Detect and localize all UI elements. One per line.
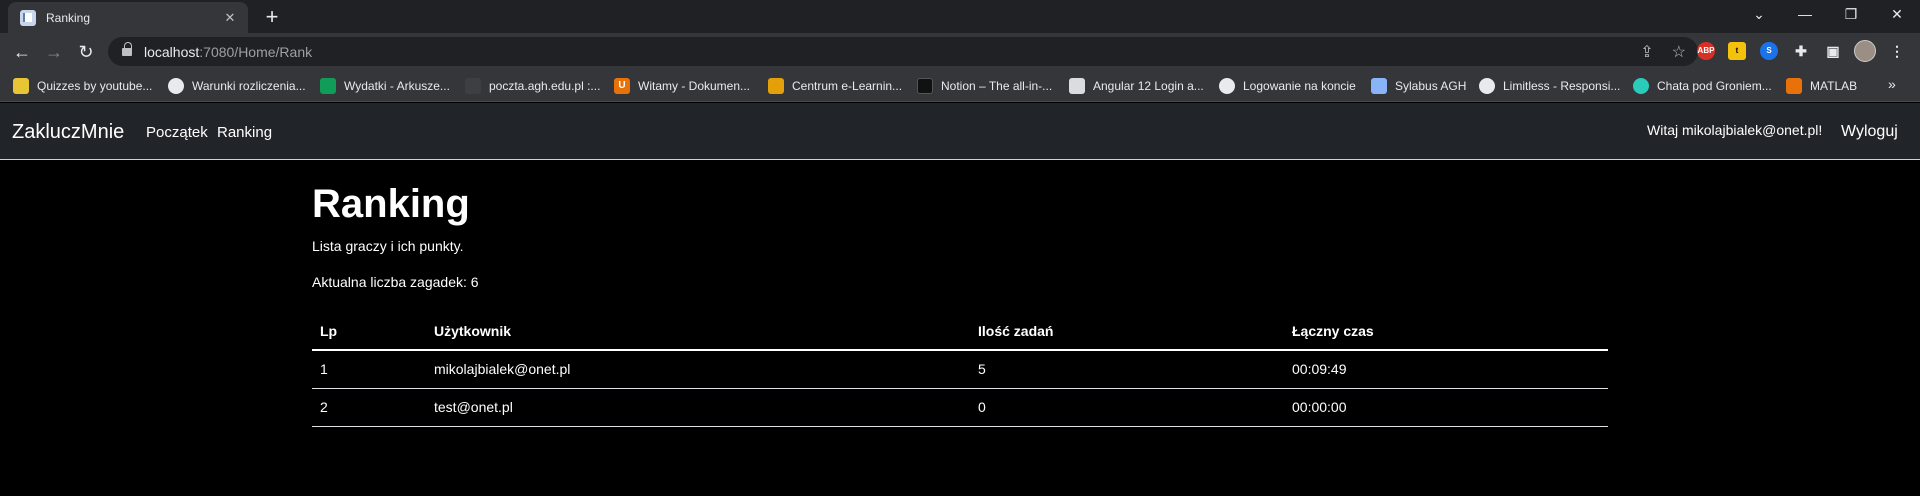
mail-icon xyxy=(465,78,481,94)
cell-lp: 1 xyxy=(312,350,426,389)
new-tab-button[interactable]: + xyxy=(258,4,286,32)
close-window-button[interactable]: ✕ xyxy=(1874,0,1920,30)
bookmark-label: Limitless - Responsi... xyxy=(1503,79,1621,93)
forward-button[interactable]: → xyxy=(40,38,68,66)
ranking-table: Lp Użytkownik Ilość zadań Łączny czas 1 … xyxy=(312,313,1608,427)
globe-icon xyxy=(1219,78,1235,94)
browser-tab[interactable]: Ranking ✕ xyxy=(8,2,248,33)
bookmark-label: Quizzes by youtube... xyxy=(37,79,153,93)
tab-title: Ranking xyxy=(46,10,91,25)
bookmark-item[interactable]: Centrum e-Learnin... xyxy=(768,77,902,95)
browser-toolbar: ← → ↻ localhost:7080/Home/Rank ⇪ ☆ ABP t… xyxy=(0,33,1920,70)
table-header-row: Lp Użytkownik Ilość zadań Łączny czas xyxy=(312,313,1608,351)
column-header-user: Użytkownik xyxy=(426,313,970,351)
profile-avatar[interactable] xyxy=(1854,40,1876,62)
main-content: Ranking Lista graczy i ich punkty. Aktua… xyxy=(312,178,1608,427)
owl-icon xyxy=(1633,78,1649,94)
bookmark-item[interactable]: MATLAB xyxy=(1786,77,1857,95)
bookmark-label: Notion – The all-in-... xyxy=(941,79,1053,93)
shazam-extension-icon[interactable]: S xyxy=(1760,42,1778,60)
bookmark-label: Chata pod Groniem... xyxy=(1657,79,1772,93)
share-icon[interactable]: ⇪ xyxy=(1640,42,1653,62)
bookmark-item[interactable]: Chata pod Groniem... xyxy=(1633,77,1772,95)
welcome-text: Witaj mikolajbialek@onet.pl! xyxy=(1647,122,1823,138)
bookmark-label: Sylabus AGH xyxy=(1395,79,1467,93)
app-navbar: ZakluczMnie Początek Ranking Witaj mikol… xyxy=(0,103,1920,160)
bookmark-label: Warunki rozliczenia... xyxy=(192,79,306,93)
reload-button[interactable]: ↻ xyxy=(72,38,100,66)
browser-tab-strip: Ranking ✕ + ⌄ — ❐ ✕ xyxy=(0,0,1920,33)
url-path: :7080/Home/Rank xyxy=(199,43,313,60)
tab-search-icon[interactable]: ⌄ xyxy=(1736,0,1782,30)
nav-link-ranking[interactable]: Ranking xyxy=(217,124,272,141)
page-title: Ranking xyxy=(312,182,470,226)
page-favicon-icon xyxy=(20,9,36,26)
bookmark-item[interactable]: Logowanie na koncie xyxy=(1219,77,1356,95)
bookmark-item[interactable]: Wydatki - Arkusze... xyxy=(320,77,450,95)
bookmark-label: Logowanie na koncie xyxy=(1243,79,1356,93)
restore-button[interactable]: ❐ xyxy=(1828,0,1874,30)
cell-lp: 2 xyxy=(312,388,426,427)
address-bar-actions: ⇪ ☆ xyxy=(1640,42,1686,62)
bookmark-label: Witamy - Dokumen... xyxy=(638,79,751,93)
table-row: 2 test@onet.pl 0 00:00:00 xyxy=(312,388,1608,427)
minimize-button[interactable]: — xyxy=(1782,0,1828,30)
logout-button[interactable]: Wyloguj xyxy=(1841,123,1898,141)
page-icon xyxy=(1069,78,1085,94)
u-icon: U xyxy=(614,78,630,94)
extensions-puzzle-icon[interactable]: ✚ xyxy=(1792,42,1810,60)
bookmark-item[interactable]: Sylabus AGH xyxy=(1371,77,1466,95)
table-row: 1 mikolajbialek@onet.pl 5 00:09:49 xyxy=(312,350,1608,389)
bookmark-label: MATLAB xyxy=(1810,79,1858,93)
tampermonkey-extension-icon[interactable]: t xyxy=(1728,42,1746,60)
sylabus-icon xyxy=(1371,78,1387,94)
globe-icon xyxy=(1479,78,1495,94)
nav-link-start[interactable]: Początek xyxy=(146,124,208,141)
cell-user: test@onet.pl xyxy=(426,388,970,427)
column-header-lp: Lp xyxy=(312,313,426,351)
bookmarks-bar: Quizzes by youtube... Warunki rozliczeni… xyxy=(0,70,1920,102)
bookmark-label: Angular 12 Login a... xyxy=(1093,79,1204,93)
cell-user: mikolajbialek@onet.pl xyxy=(426,350,970,389)
bookmark-label: Wydatki - Arkusze... xyxy=(344,79,450,93)
cell-tasks: 0 xyxy=(970,388,1284,427)
close-tab-icon[interactable]: ✕ xyxy=(222,10,238,26)
elearning-icon xyxy=(768,78,784,94)
bookmark-label: poczta.agh.edu.pl :... xyxy=(489,79,601,93)
column-header-time: Łączny czas xyxy=(1284,313,1608,351)
notion-icon xyxy=(917,78,933,94)
cell-tasks: 5 xyxy=(970,350,1284,389)
more-bookmarks-icon[interactable]: » xyxy=(1888,76,1896,92)
bookmark-label: Centrum e-Learnin... xyxy=(792,79,903,93)
brand-link[interactable]: ZakluczMnie xyxy=(12,121,124,144)
adblock-extension-icon[interactable]: ABP xyxy=(1697,42,1715,60)
page-subtitle: Lista graczy i ich punkty. xyxy=(312,238,464,254)
quiz-icon xyxy=(13,78,29,94)
bookmark-item[interactable]: U Witamy - Dokumen... xyxy=(614,77,750,95)
bookmark-item[interactable]: Angular 12 Login a... xyxy=(1069,77,1204,95)
lock-icon[interactable] xyxy=(122,42,132,57)
bookmark-item[interactable]: poczta.agh.edu.pl :... xyxy=(465,77,600,95)
bookmark-star-icon[interactable]: ☆ xyxy=(1672,42,1686,62)
bookmark-item[interactable]: Limitless - Responsi... xyxy=(1479,77,1620,95)
bookmark-item[interactable]: Notion – The all-in-... xyxy=(917,77,1052,95)
sheets-icon xyxy=(320,78,336,94)
back-button[interactable]: ← xyxy=(8,38,36,66)
bookmark-item[interactable]: Warunki rozliczenia... xyxy=(168,77,306,95)
column-header-tasks: Ilość zadań xyxy=(970,313,1284,351)
side-panel-icon[interactable]: ▣ xyxy=(1824,42,1842,60)
matlab-icon xyxy=(1786,78,1802,94)
address-bar[interactable]: localhost:7080/Home/Rank ⇪ ☆ xyxy=(108,37,1698,66)
bookmark-item[interactable]: Quizzes by youtube... xyxy=(13,77,152,95)
cell-time: 00:09:49 xyxy=(1284,350,1608,389)
cell-time: 00:00:00 xyxy=(1284,388,1608,427)
cloud-icon xyxy=(168,78,184,94)
puzzle-count: Aktualna liczba zagadek: 6 xyxy=(312,274,479,290)
menu-dots-icon[interactable]: ⋮ xyxy=(1888,42,1906,60)
url-host: localhost xyxy=(144,43,200,60)
